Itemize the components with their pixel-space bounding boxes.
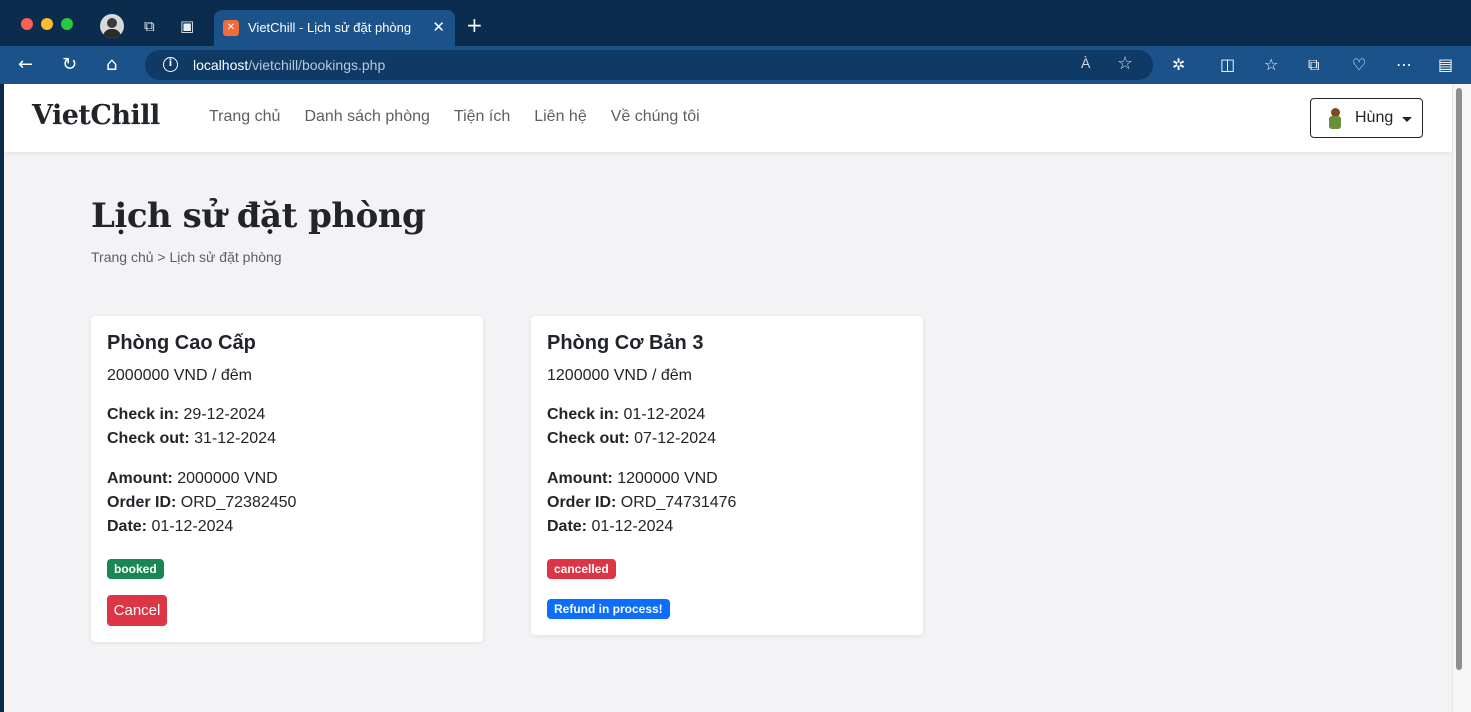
site-info-icon[interactable]: i <box>163 57 178 72</box>
check-out-line: Check out: 07-12-2024 <box>547 430 716 448</box>
room-price: 1200000 VND / đêm <box>547 367 692 384</box>
menu-item-contact[interactable]: Liên hệ <box>534 108 587 126</box>
collections-icon[interactable]: ⧉ <box>1308 55 1319 75</box>
site-navbar: VietChill Trang chủ Danh sách phòng Tiện… <box>4 84 1452 152</box>
more-menu-icon[interactable]: ⋯ <box>1396 55 1412 75</box>
workspaces-icon[interactable]: ⧉ <box>144 16 155 36</box>
check-out-label: Check out: <box>107 430 190 447</box>
new-tab-button[interactable]: + <box>466 14 483 36</box>
browser-profile-avatar[interactable] <box>100 14 124 38</box>
back-arrow-icon[interactable]: ← <box>18 54 33 76</box>
amount-label: Amount: <box>547 470 613 487</box>
order-id-label: Order ID: <box>107 494 177 511</box>
tab-close-icon[interactable]: ✕ <box>432 18 445 36</box>
date-line: Date: 01-12-2024 <box>107 518 233 536</box>
booking-card: Phòng Cao Cấp 2000000 VND / đêm Check in… <box>91 316 483 642</box>
menu-item-facilities[interactable]: Tiện ích <box>454 108 510 126</box>
refund-badge: Refund in process! <box>547 599 670 619</box>
browser-tab-active[interactable]: ✕ VietChill - Lịch sử đặt phòng ✕ <box>214 10 455 46</box>
check-out-value: 31-12-2024 <box>194 430 276 447</box>
window-zoom-button[interactable] <box>61 18 73 30</box>
check-in-line: Check in: 01-12-2024 <box>547 406 705 424</box>
window-close-button[interactable] <box>21 18 33 30</box>
order-id-label: Order ID: <box>547 494 617 511</box>
reload-icon[interactable]: ↻ <box>62 54 77 76</box>
brand-logo[interactable]: VietChill <box>32 100 160 131</box>
status-badge: cancelled <box>547 559 616 579</box>
cancel-button[interactable]: Cancel <box>107 595 167 626</box>
check-out-value: 07-12-2024 <box>634 430 716 447</box>
menu-item-about[interactable]: Về chúng tôi <box>611 108 700 126</box>
user-dropdown-button[interactable]: Hùng <box>1310 98 1423 138</box>
date-value: 01-12-2024 <box>591 518 674 535</box>
check-in-label: Check in: <box>547 406 620 423</box>
check-in-line: Check in: 29-12-2024 <box>107 406 265 424</box>
check-in-value: 29-12-2024 <box>183 406 266 423</box>
user-name: Hùng <box>1355 109 1394 126</box>
tab-actions-icon[interactable]: ▣ <box>180 16 194 36</box>
room-name: Phòng Cao Cấp <box>107 332 256 354</box>
room-name: Phòng Cơ Bản 3 <box>547 332 704 354</box>
date-value: 01-12-2024 <box>151 518 234 535</box>
xampp-icon: ✕ <box>223 20 239 36</box>
order-id-line: Order ID: ORD_74731476 <box>547 494 736 512</box>
browser-tab-bar: ⧉ ▣ ✕ VietChill - Lịch sử đặt phòng ✕ + <box>0 0 1471 46</box>
url-path: /vietchill/bookings.php <box>248 57 386 73</box>
home-icon[interactable]: ⌂ <box>106 54 117 76</box>
date-line: Date: 01-12-2024 <box>547 518 673 536</box>
room-price: 2000000 VND / đêm <box>107 367 252 384</box>
amount-value: 2000000 VND <box>177 470 278 487</box>
amount-line: Amount: 1200000 VND <box>547 470 718 488</box>
booking-card: Phòng Cơ Bản 3 1200000 VND / đêm Check i… <box>531 316 923 635</box>
page-title: Lịch sử đặt phòng <box>91 196 426 236</box>
date-label: Date: <box>107 518 148 535</box>
caret-down-icon <box>1402 117 1412 122</box>
url-host: localhost <box>193 57 249 73</box>
main-menu: Trang chủ Danh sách phòng Tiện ích Liên … <box>209 108 724 126</box>
menu-item-rooms[interactable]: Danh sách phòng <box>304 108 429 126</box>
browser-essentials-icon[interactable]: ♡ <box>1352 55 1366 75</box>
breadcrumb: Trang chủ > Lịch sử đặt phòng <box>91 249 282 265</box>
menu-item-home[interactable]: Trang chủ <box>209 108 280 126</box>
amount-label: Amount: <box>107 470 173 487</box>
tab-title: VietChill - Lịch sử đặt phòng <box>248 20 412 35</box>
read-aloud-icon[interactable]: À <box>1081 55 1090 71</box>
url-text[interactable]: localhost/vietchill/bookings.php <box>193 57 385 73</box>
split-screen-icon[interactable]: ◫ <box>1220 55 1235 75</box>
check-out-line: Check out: 31-12-2024 <box>107 430 276 448</box>
order-id-value: ORD_74731476 <box>620 494 737 511</box>
scrollbar-thumb[interactable] <box>1456 88 1462 670</box>
favorite-star-icon[interactable]: ☆ <box>1117 53 1133 74</box>
amount-value: 1200000 VND <box>617 470 718 487</box>
check-in-label: Check in: <box>107 406 180 423</box>
page-viewport: VietChill Trang chủ Danh sách phòng Tiện… <box>4 84 1452 712</box>
amount-line: Amount: 2000000 VND <box>107 470 278 488</box>
user-avatar <box>1326 107 1344 131</box>
browser-toolbar: ← ↻ ⌂ i localhost/vietchill/bookings.php… <box>0 46 1471 84</box>
sidebar-toggle-icon[interactable]: ▤ <box>1438 55 1453 75</box>
check-in-value: 01-12-2024 <box>623 406 706 423</box>
check-out-label: Check out: <box>547 430 630 447</box>
address-bar[interactable]: i localhost/vietchill/bookings.php À ☆ <box>145 50 1153 80</box>
page-scrollbar[interactable] <box>1452 84 1471 712</box>
status-badge: booked <box>107 559 164 579</box>
order-id-value: ORD_72382450 <box>180 494 297 511</box>
window-minimize-button[interactable] <box>41 18 53 30</box>
order-id-line: Order ID: ORD_72382450 <box>107 494 296 512</box>
favorites-icon[interactable]: ☆ <box>1264 55 1278 75</box>
extensions-icon[interactable]: ✲ <box>1172 55 1185 75</box>
date-label: Date: <box>547 518 588 535</box>
